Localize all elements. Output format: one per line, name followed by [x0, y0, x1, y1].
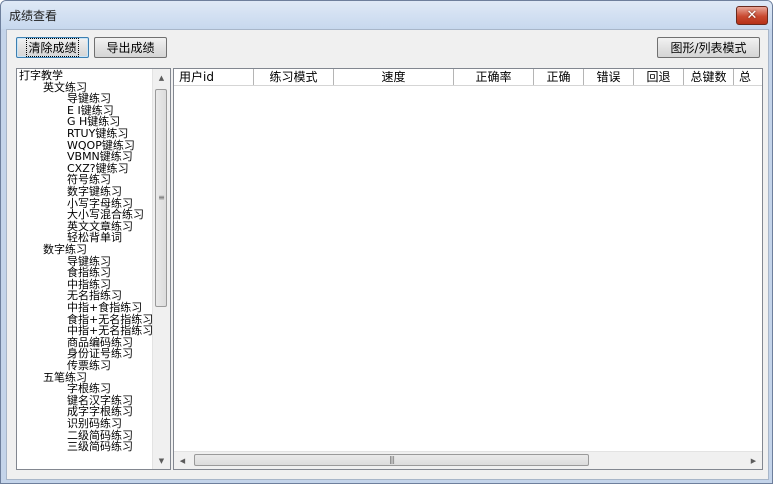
tree-items: 打字教学 英文练习 导键练习 E I键练习 G H键练习 RTUY键练习 WQOP键练习 V… [17, 69, 154, 469]
column-header[interactable]: 练习模式 [254, 69, 334, 85]
grip-icon: ||| [388, 455, 395, 464]
column-header[interactable]: 回退 [634, 69, 684, 85]
tree-item[interactable]: 中指+无名指练习 [67, 325, 153, 336]
tree-root[interactable]: 打字教学 [19, 70, 63, 81]
tree-item[interactable]: 中指+食指练习 [67, 302, 142, 313]
chart-list-mode-button[interactable]: 图形/列表模式 [657, 37, 760, 58]
tree-item[interactable]: 符号练习 [67, 174, 111, 185]
table-scroll-thumb[interactable]: ||| [194, 454, 589, 466]
title-bar[interactable]: 成绩查看 ✕ [1, 1, 772, 29]
column-header[interactable]: 用户id [174, 69, 254, 85]
grip-icon: ≡ [158, 193, 165, 202]
tree-item[interactable]: 小写字母练习 [67, 198, 133, 209]
close-button[interactable]: ✕ [736, 6, 768, 25]
tree-item[interactable]: 传票练习 [67, 360, 111, 371]
tree-item[interactable]: 字根练习 [67, 383, 111, 394]
scroll-left-icon[interactable]: ◀ [174, 452, 191, 469]
chart-list-mode-label: 图形/列表模式 [670, 41, 747, 55]
tree-item[interactable]: 食指+无名指练习 [67, 314, 153, 325]
export-scores-button[interactable]: 导出成绩 [94, 37, 167, 58]
scroll-right-icon[interactable]: ▶ [745, 452, 762, 469]
tree-item[interactable]: 数字键练习 [67, 186, 122, 197]
score-view-window: 成绩查看 ✕ 清除成绩 导出成绩 图形/列表模式 打字教学 英文练习 导键练习 E … [0, 0, 773, 484]
lesson-tree[interactable]: 打字教学 英文练习 导键练习 E I键练习 G H键练习 RTUY键练习 WQOP键练习 V… [16, 68, 171, 470]
tree-scroll-thumb[interactable]: ≡ [155, 89, 167, 307]
close-icon: ✕ [746, 8, 758, 23]
tree-item[interactable]: 身份证号练习 [67, 348, 133, 359]
column-header[interactable]: 正确率 [454, 69, 534, 85]
tree-item[interactable]: 食指练习 [67, 267, 111, 278]
column-header[interactable]: 速度 [334, 69, 454, 85]
column-header[interactable]: 总键数 [684, 69, 734, 85]
tree-vertical-scrollbar[interactable]: ▲ ≡ ▼ [152, 69, 170, 469]
tree-item[interactable]: 二级简码练习 [67, 430, 133, 441]
tree-item[interactable]: 识别码练习 [67, 418, 122, 429]
column-header[interactable]: 总 [734, 69, 762, 85]
tree-group[interactable]: 英文练习 [43, 82, 87, 93]
tree-item[interactable]: VBMN键练习 [67, 151, 133, 162]
tree-item[interactable]: WQOP键练习 [67, 140, 135, 151]
window-title: 成绩查看 [9, 9, 58, 23]
export-scores-label: 导出成绩 [106, 41, 155, 55]
tree-item[interactable]: G H键练习 [67, 116, 120, 127]
scroll-down-icon[interactable]: ▼ [153, 452, 170, 469]
column-header[interactable]: 错误 [584, 69, 634, 85]
table-header: 用户id 练习模式 速度 正确率 正确 错误 回退 总键数总 [174, 69, 762, 86]
tree-item[interactable]: RTUY键练习 [67, 128, 128, 139]
tree-group[interactable]: 数字练习 [43, 244, 87, 255]
score-table[interactable]: 用户id 练习模式 速度 正确率 正确 错误 回退 总键数总 ◀ ||| ▶ [173, 68, 763, 470]
tree-group[interactable]: 五笔练习 [43, 372, 87, 383]
column-header[interactable]: 正确 [534, 69, 584, 85]
tree-item[interactable]: 导键练习 [67, 93, 111, 104]
tree-item[interactable]: 大小写混合练习 [67, 209, 144, 220]
tree-item[interactable]: 导键练习 [67, 256, 111, 267]
tree-item[interactable]: 无名指练习 [67, 290, 122, 301]
clear-scores-button[interactable]: 清除成绩 [16, 37, 89, 58]
table-horizontal-scrollbar[interactable]: ◀ ||| ▶ [174, 451, 762, 469]
clear-scores-label: 清除成绩 [26, 38, 79, 57]
scroll-up-icon[interactable]: ▲ [153, 69, 170, 86]
tree-item[interactable]: 三级简码练习 [67, 441, 133, 452]
tree-item[interactable]: 成字字根练习 [67, 406, 133, 417]
tree-item[interactable]: 轻松背单词 [67, 232, 122, 243]
